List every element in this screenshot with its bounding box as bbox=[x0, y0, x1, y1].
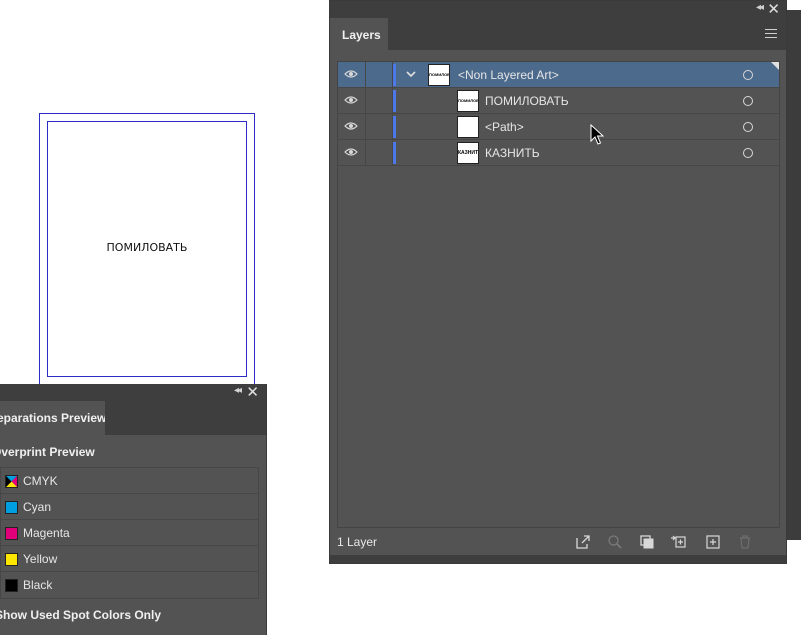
target-circle-icon[interactable] bbox=[743, 96, 753, 106]
eye-icon[interactable] bbox=[344, 69, 358, 79]
yellow-swatch-icon[interactable] bbox=[5, 553, 18, 566]
layer-label[interactable]: ПОМИЛОВАТЬ bbox=[485, 94, 569, 108]
target-circle-icon[interactable] bbox=[743, 70, 753, 80]
separations-preview-panel: ◂◂ ✕ Separations Preview Overprint Previ… bbox=[0, 384, 267, 635]
tab-label: Separations Preview bbox=[0, 411, 105, 425]
make-clipping-mask-icon[interactable] bbox=[639, 534, 655, 550]
plate-row-black[interactable]: Black bbox=[1, 572, 258, 598]
layers-list: ПОМИЛОВАТЬ <Non Layered Art> ПОМИЛОВАТЬ … bbox=[337, 61, 780, 528]
layers-footer: 1 Layer bbox=[330, 528, 786, 556]
divider bbox=[365, 62, 366, 88]
artboard: ПОМИЛОВАТЬ bbox=[39, 113, 255, 385]
export-icon[interactable] bbox=[575, 534, 591, 550]
close-icon[interactable]: ✕ bbox=[767, 0, 780, 18]
plate-label: Magenta bbox=[23, 526, 70, 540]
panel-shadow bbox=[787, 10, 801, 540]
tab-bar: Layers bbox=[330, 18, 786, 50]
new-sublayer-icon[interactable] bbox=[670, 534, 686, 550]
artboard-text[interactable]: ПОМИЛОВАТЬ bbox=[40, 241, 254, 254]
layer-color-bar bbox=[393, 90, 396, 112]
layer-color-bar bbox=[393, 64, 396, 86]
new-layer-icon[interactable] bbox=[705, 534, 721, 550]
eye-icon[interactable] bbox=[344, 147, 358, 157]
panel-bottom-edge bbox=[330, 555, 786, 563]
locate-object-icon[interactable] bbox=[607, 534, 623, 550]
panel-header: ◂◂ ✕ bbox=[330, 1, 786, 18]
layer-label[interactable]: <Path> bbox=[485, 120, 524, 134]
plate-label: Yellow bbox=[23, 552, 58, 566]
show-used-spot-colors-checkbox[interactable]: Show Used Spot Colors Only bbox=[0, 608, 161, 622]
close-icon[interactable]: ✕ bbox=[246, 383, 259, 401]
layer-row-kaznit[interactable]: КАЗНИТЬ КАЗНИТЬ bbox=[338, 140, 779, 166]
layers-panel: ◂◂ ✕ Layers ПОМИЛОВАТЬ <Non Layered Art>… bbox=[329, 0, 787, 564]
layer-row-path[interactable]: <Path> bbox=[338, 114, 779, 140]
layer-thumbnail: КАЗНИТЬ bbox=[457, 142, 479, 164]
plate-row-cmyk[interactable]: CMYK bbox=[1, 468, 258, 494]
double-chevron-left-icon[interactable]: ◂◂ bbox=[234, 385, 242, 396]
divider bbox=[365, 140, 366, 166]
layer-thumbnail bbox=[457, 116, 479, 138]
tab-separations-preview[interactable]: Separations Preview bbox=[0, 401, 105, 435]
eye-icon[interactable] bbox=[344, 95, 358, 105]
selection-corner-icon bbox=[771, 62, 779, 70]
plate-label: CMYK bbox=[23, 474, 58, 488]
layer-label[interactable]: КАЗНИТЬ bbox=[485, 146, 540, 160]
plate-row-cyan[interactable]: Cyan bbox=[1, 494, 258, 520]
divider bbox=[365, 88, 366, 114]
layer-thumbnail: ПОМИЛОВАТЬ bbox=[428, 64, 450, 86]
layer-label[interactable]: <Non Layered Art> bbox=[458, 68, 559, 82]
cmyk-swatch-icon[interactable] bbox=[5, 475, 18, 488]
tab-bar: Separations Preview bbox=[0, 401, 266, 435]
chevron-down-icon[interactable] bbox=[405, 68, 417, 80]
target-circle-icon[interactable] bbox=[743, 122, 753, 132]
black-swatch-icon[interactable] bbox=[5, 579, 18, 592]
mouse-cursor-icon bbox=[590, 124, 604, 145]
target-circle-icon[interactable] bbox=[743, 148, 753, 158]
layer-color-bar bbox=[393, 142, 396, 164]
double-chevron-left-icon[interactable]: ◂◂ bbox=[756, 2, 764, 13]
layer-color-bar bbox=[393, 116, 396, 138]
layer-row-pomilovat[interactable]: ПОМИЛОВАТЬ ПОМИЛОВАТЬ bbox=[338, 88, 779, 114]
magenta-swatch-icon[interactable] bbox=[5, 527, 18, 540]
cyan-swatch-icon[interactable] bbox=[5, 501, 18, 514]
plate-row-magenta[interactable]: Magenta bbox=[1, 520, 258, 546]
plate-label: Cyan bbox=[23, 500, 52, 514]
plate-label: Black bbox=[23, 578, 53, 592]
tab-layers[interactable]: Layers bbox=[330, 18, 388, 50]
divider bbox=[365, 114, 366, 140]
plates-list: CMYK Cyan Magenta Yellow Black bbox=[0, 467, 259, 599]
delete-icon[interactable] bbox=[737, 534, 753, 550]
plate-row-yellow[interactable]: Yellow bbox=[1, 546, 258, 572]
layer-count: 1 Layer bbox=[337, 535, 378, 549]
panel-header: ◂◂ ✕ bbox=[0, 384, 266, 401]
hamburger-menu-icon[interactable] bbox=[765, 29, 777, 39]
layer-row-non-layered-art[interactable]: ПОМИЛОВАТЬ <Non Layered Art> bbox=[338, 62, 779, 88]
layer-thumbnail: ПОМИЛОВАТЬ bbox=[457, 90, 479, 112]
eye-icon[interactable] bbox=[344, 121, 358, 131]
overprint-preview-checkbox[interactable]: Overprint Preview bbox=[0, 445, 95, 459]
